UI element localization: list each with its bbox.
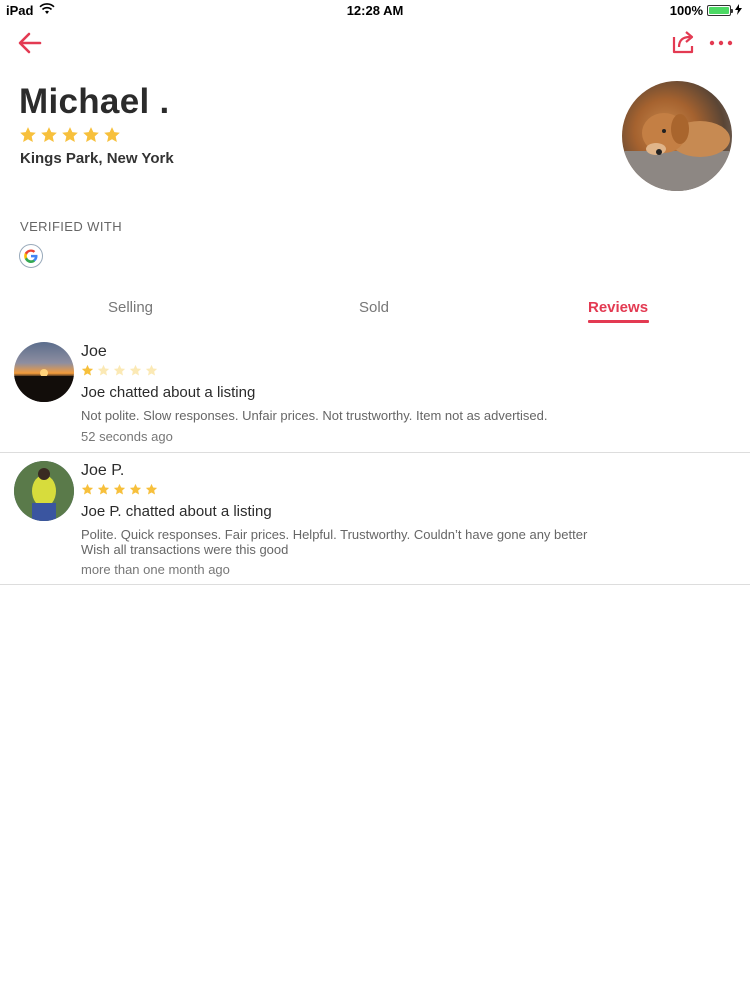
review-rating-stars: [81, 364, 158, 377]
status-right: 100%: [670, 3, 742, 18]
star-empty-icon: [113, 364, 126, 376]
review-text-line: Polite. Quick responses. Fair prices. He…: [81, 527, 588, 542]
star-filled-icon: [145, 483, 158, 495]
star-filled-icon: [81, 483, 94, 495]
review-rating-stars: [81, 483, 158, 496]
tab-sold[interactable]: Sold: [359, 299, 389, 316]
star-empty-icon: [145, 364, 158, 376]
star-filled-icon: [81, 364, 94, 376]
verified-with-label: VERIFIED WITH: [20, 219, 122, 234]
review-text: Not polite. Slow responses. Unfair price…: [81, 408, 548, 423]
share-icon[interactable]: [670, 28, 698, 56]
star-filled-icon: [104, 127, 120, 142]
status-bar: iPad 12:28 AM 100%: [0, 0, 750, 20]
review-title: Joe chatted about a listing: [81, 384, 256, 401]
battery-percent: 100%: [669, 3, 703, 18]
battery-icon: [707, 5, 733, 16]
reviewer-avatar: [14, 461, 74, 521]
star-empty-icon: [97, 364, 110, 376]
charging-icon: [735, 3, 742, 18]
star-empty-icon: [129, 364, 142, 376]
review-item[interactable]: Joe Joe chatted about a listing Not poli…: [0, 334, 750, 453]
reviewer-name: Joe P.: [81, 462, 125, 479]
more-options-icon[interactable]: [708, 30, 734, 56]
star-filled-icon: [83, 127, 99, 142]
tab-reviews[interactable]: Reviews: [588, 299, 648, 316]
star-filled-icon: [97, 483, 110, 495]
profile-location: Kings Park, New York: [20, 150, 174, 167]
review-title: Joe P. chatted about a listing: [81, 503, 272, 520]
review-text: Polite. Quick responses. Fair prices. He…: [81, 527, 701, 557]
review-time: 52 seconds ago: [81, 429, 173, 444]
star-filled-icon: [20, 127, 36, 142]
profile-tabs: Selling Sold Reviews: [0, 295, 750, 329]
star-filled-icon: [62, 127, 78, 142]
tab-active-indicator: [588, 320, 649, 323]
nav-bar: [0, 22, 750, 64]
google-icon: [19, 244, 43, 268]
star-filled-icon: [41, 127, 57, 142]
profile-avatar: [622, 81, 732, 191]
review-text-line: Wish all transactions were this good: [81, 542, 289, 557]
star-filled-icon: [113, 483, 126, 495]
review-item[interactable]: Joe P. Joe P. chatted about a listing Po…: [0, 453, 750, 585]
tab-selling[interactable]: Selling: [108, 299, 153, 316]
reviewer-name: Joe: [81, 343, 107, 360]
back-arrow-icon[interactable]: [16, 28, 46, 58]
reviewer-avatar: [14, 342, 74, 402]
star-filled-icon: [129, 483, 142, 495]
review-time: more than one month ago: [81, 562, 230, 577]
profile-rating-stars: [19, 126, 121, 144]
profile-name: Michael .: [19, 82, 170, 121]
status-time: 12:28 AM: [346, 3, 404, 18]
